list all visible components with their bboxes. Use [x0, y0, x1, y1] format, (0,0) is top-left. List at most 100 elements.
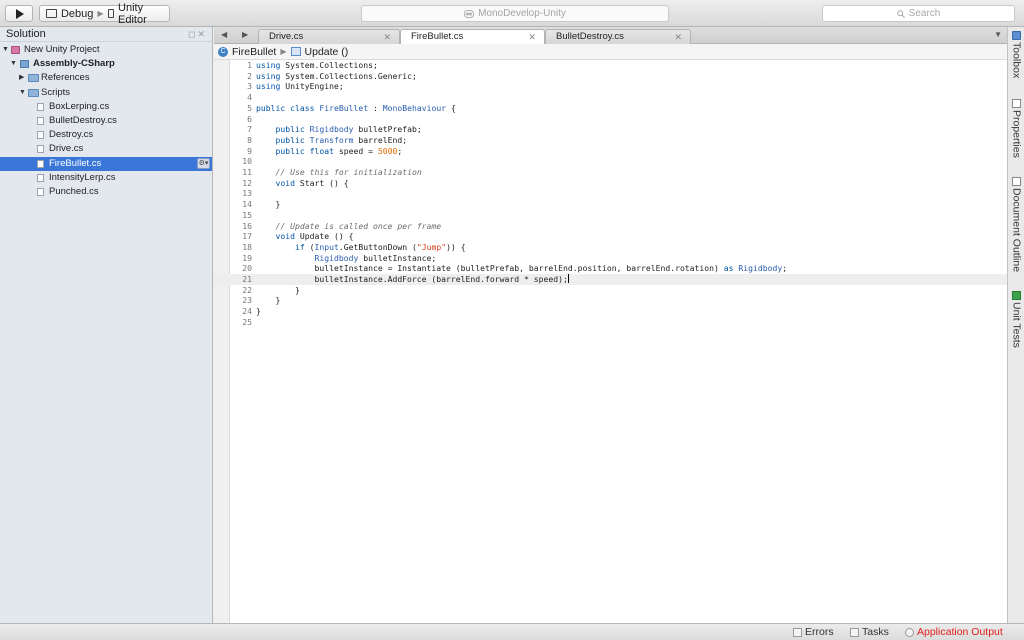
play-icon [15, 8, 24, 19]
code-token: ; [782, 263, 788, 274]
tree-item-label: IntensityLerp.cs [49, 171, 116, 183]
code-token: Rigidbody [738, 263, 783, 274]
code-line[interactable]: 17 void Update () { [230, 231, 353, 242]
close-icon[interactable]: ✕ [528, 30, 536, 44]
code-editor: ◀ ▶ Drive.cs ✕ FireBullet.cs ✕ BulletDes… [214, 27, 1007, 623]
tree-item-label: BulletDestroy.cs [49, 114, 117, 126]
code-line[interactable]: 1 using System.Collections; [230, 60, 378, 71]
code-line[interactable]: 8 public Transform barrelEnd; [230, 135, 407, 146]
code-token: bulletPrefab; [353, 124, 422, 135]
tree-item-label: Destroy.cs [49, 129, 94, 141]
line-number: 6 [247, 113, 252, 124]
errors-button[interactable]: Errors [793, 625, 834, 639]
tree-item-file[interactable]: Drive.cs [0, 142, 212, 156]
line-number: 20 [242, 263, 252, 274]
nav-back-icon[interactable]: ◀ [221, 30, 227, 39]
dock-unit-tests[interactable]: Unit Tests [1008, 291, 1024, 348]
solution-pad: Solution ◻✕ ▼ New Unity Project ▼ Assemb… [0, 27, 213, 623]
dock-toolbox[interactable]: Toolbox [1008, 31, 1024, 78]
expanded-triangle-icon[interactable]: ▼ [19, 86, 26, 100]
breadcrumb-method[interactable]: Update () [305, 46, 349, 58]
nav-forward-icon[interactable]: ▶ [242, 30, 248, 39]
tree-item-file[interactable]: IntensityLerp.cs [0, 171, 212, 185]
line-number: 9 [247, 145, 252, 156]
line-number: 18 [242, 241, 252, 252]
code-token: Update () { [295, 231, 354, 242]
folder-icon [28, 74, 39, 83]
tree-item-scripts[interactable]: ▼ Scripts [0, 86, 212, 100]
line-number: 11 [242, 167, 252, 177]
solution-pad-header: Solution ◻✕ [0, 27, 212, 42]
application-output-button[interactable]: Application Output [905, 625, 1003, 639]
collapsed-triangle-icon[interactable]: ▶ [19, 71, 24, 85]
dock-document-outline[interactable]: Document Outline [1008, 177, 1024, 272]
code-token: // Update is called once per frame [275, 220, 442, 231]
dock-label: Toolbox [1010, 42, 1023, 79]
code-token: public float [275, 145, 334, 156]
code-line[interactable]: 20 bulletInstance = Instantiate (bulletP… [230, 263, 787, 274]
code-line[interactable]: 5 public class FireBullet : MonoBehaviour… [230, 103, 456, 114]
tasks-button[interactable]: Tasks [850, 625, 889, 639]
tree-item-assembly[interactable]: ▼ Assembly-CSharp [0, 57, 212, 71]
expanded-triangle-icon[interactable]: ▼ [2, 43, 9, 57]
breadcrumb-class[interactable]: FireBullet [232, 46, 276, 58]
line-number: 17 [242, 231, 252, 242]
tree-item-project[interactable]: ▼ New Unity Project [0, 43, 212, 57]
tree-item-file[interactable]: Destroy.cs [0, 128, 212, 142]
tab-overflow-icon[interactable]: ▼ [994, 30, 1002, 39]
run-button[interactable] [5, 5, 33, 22]
code-line[interactable]: 10 [230, 156, 256, 167]
code-line[interactable]: 21 bulletInstance.AddForce (barrelEnd.fo… [214, 274, 1007, 285]
tree-item-file[interactable]: Punched.cs [0, 185, 212, 199]
code-line[interactable]: 6 [230, 114, 256, 125]
tab-firebullet[interactable]: FireBullet.cs ✕ [400, 29, 545, 45]
tab-drive[interactable]: Drive.cs ✕ [258, 29, 400, 44]
close-icon[interactable]: ✕ [674, 30, 682, 44]
close-pad-icon[interactable]: ✕ [197, 29, 207, 39]
code-line[interactable]: 14 } [230, 199, 280, 210]
configuration-selector[interactable]: Debug ▶ Unity Editor [39, 2, 170, 26]
class-icon: C [218, 46, 228, 57]
code-line[interactable]: 4 [230, 92, 256, 103]
tree-item-file-selected[interactable]: FireBullet.cs ⚙▾ [0, 156, 212, 171]
gear-icon[interactable]: ⚙▾ [197, 157, 210, 169]
tasks-label: Tasks [862, 626, 889, 638]
code-line[interactable]: 16 // Update is called once per frame [230, 221, 441, 232]
code-line[interactable]: 15 [230, 210, 256, 221]
code-line[interactable]: 9 public float speed = 5000; [230, 146, 402, 157]
code-line[interactable]: 12 void Start () { [230, 178, 348, 189]
code-line[interactable]: 7 public Rigidbody bulletPrefab; [230, 124, 422, 135]
code-token: { [446, 102, 456, 113]
code-line[interactable]: 22 } [230, 285, 300, 296]
code-line[interactable]: 24} [230, 306, 261, 317]
monodevelop-icon [464, 9, 475, 18]
dock-properties[interactable]: Properties [1008, 99, 1024, 158]
assembly-icon [20, 60, 29, 69]
tab-label: BulletDestroy.cs [556, 31, 624, 42]
editor-gutter [214, 60, 230, 623]
code-line[interactable]: 2 using System.Collections.Generic; [230, 71, 417, 82]
tree-item-file[interactable]: BoxLerping.cs [0, 100, 212, 114]
code-token: )) { [446, 241, 466, 252]
search-input[interactable]: Search [822, 5, 1015, 22]
tab-bulletdestroy[interactable]: BulletDestroy.cs ✕ [545, 29, 691, 44]
code-text-area[interactable]: 1 using System.Collections; 2 using System.… [214, 60, 1007, 623]
errors-icon [793, 627, 802, 637]
code-line[interactable]: 13 [230, 188, 256, 199]
checkbox-icon [46, 9, 57, 18]
tree-item-references[interactable]: ▶ References [0, 71, 212, 85]
close-icon[interactable]: ✕ [383, 30, 391, 44]
code-line[interactable]: 3 using UnityEngine; [230, 81, 344, 92]
code-line[interactable]: 19 Rigidbody bulletInstance; [230, 253, 436, 264]
cs-file-icon [37, 131, 44, 140]
code-line[interactable]: 11 // Use this for initialization [230, 167, 421, 178]
tree-item-file[interactable]: BulletDestroy.cs [0, 114, 212, 128]
code-line[interactable]: 18 if (Input.GetButtonDown ("Jump")) { [230, 241, 466, 253]
code-line[interactable]: 25 [230, 317, 256, 328]
expanded-triangle-icon[interactable]: ▼ [10, 57, 17, 71]
tree-item-label: BoxLerping.cs [49, 100, 110, 112]
code-token: using [256, 60, 281, 70]
code-line[interactable]: 23 } [230, 295, 280, 306]
